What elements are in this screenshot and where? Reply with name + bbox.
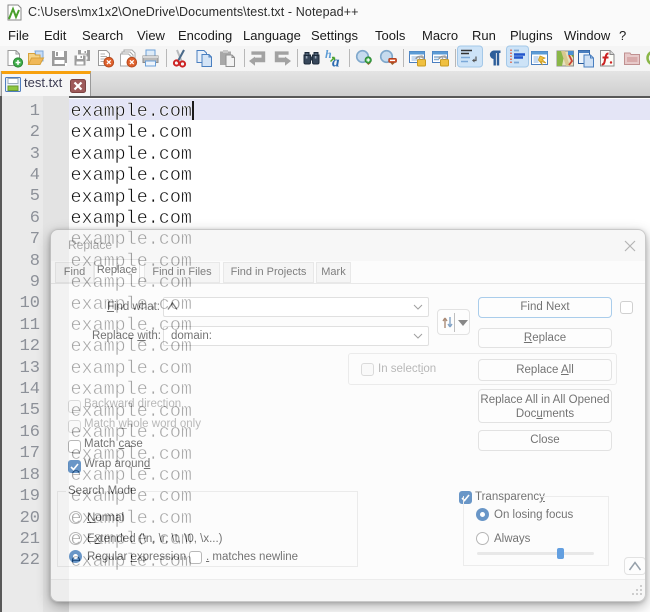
svg-text:a: a (332, 55, 340, 69)
svg-text:h: h (325, 49, 332, 61)
